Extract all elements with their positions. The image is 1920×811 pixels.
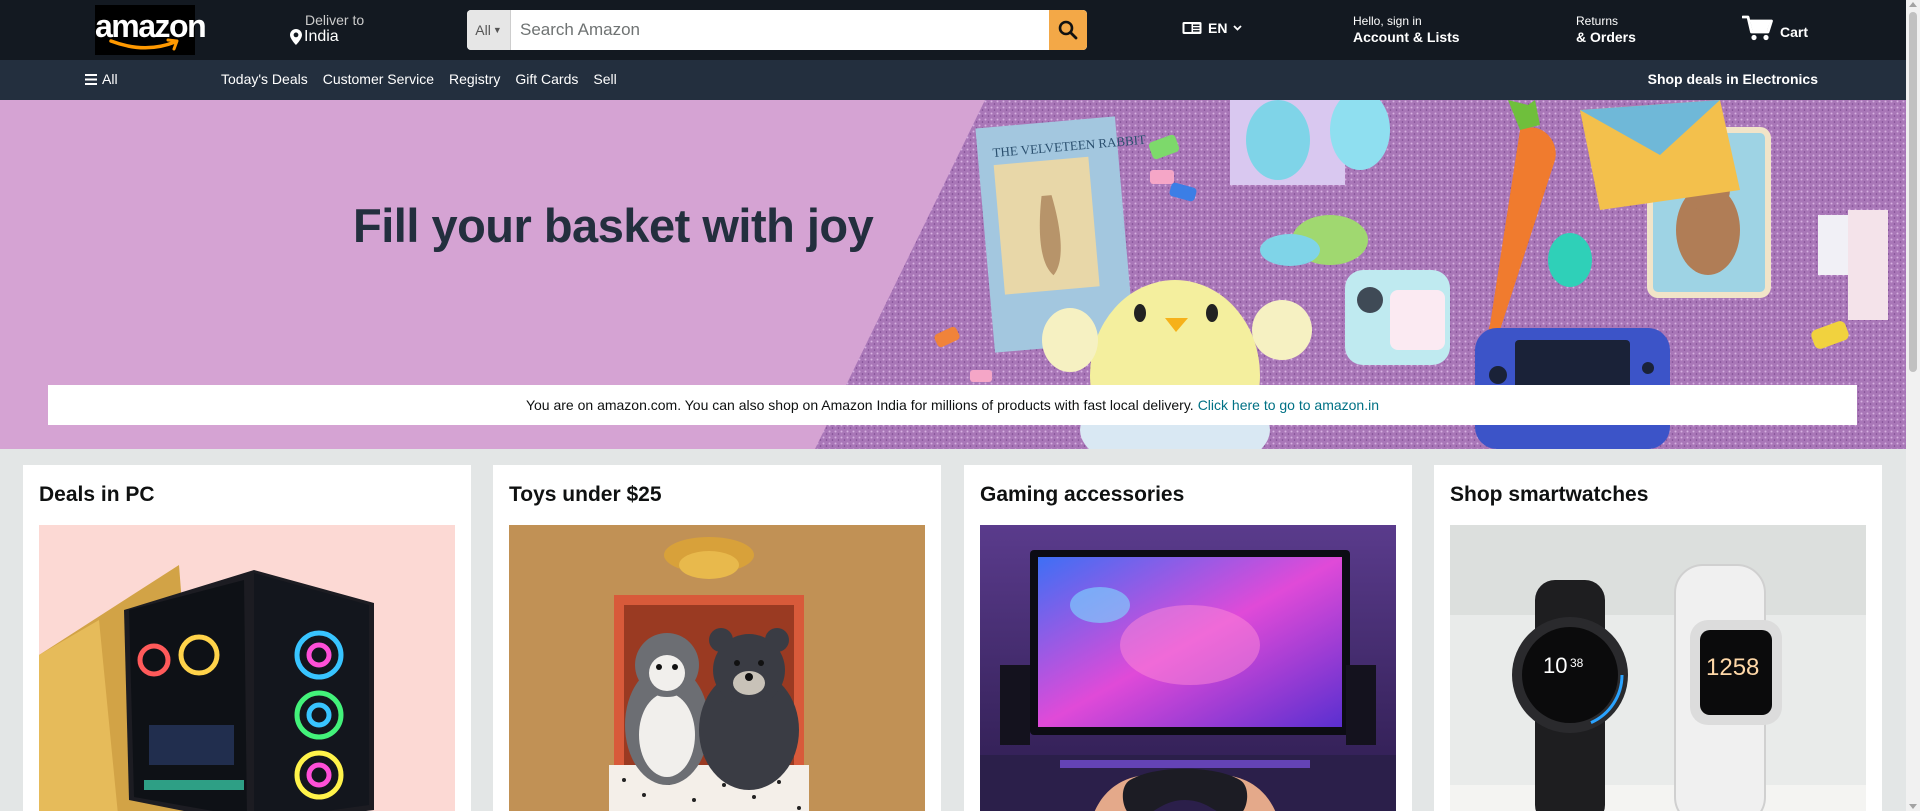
scroll-up-arrow-icon[interactable]: [1909, 2, 1917, 7]
deliver-location: India: [290, 28, 339, 46]
card-gaming-accessories[interactable]: Gaming accessories: [964, 465, 1412, 811]
search-icon: [1058, 20, 1078, 40]
top-header: amazon Deliver to India All ▼ Search Ama…: [0, 0, 1906, 60]
search-button[interactable]: [1049, 10, 1087, 50]
locale-notice: You are on amazon.com. You can also shop…: [48, 385, 1857, 425]
account-and-lists[interactable]: Hello, sign in Account & Lists: [1353, 14, 1460, 46]
search-category-select[interactable]: All ▼: [467, 10, 511, 50]
cart-button[interactable]: Cart: [1742, 14, 1808, 42]
scrollbar-thumb[interactable]: [1909, 12, 1917, 372]
all-menu-label: All: [102, 71, 118, 87]
language-code: EN: [1208, 20, 1228, 36]
returns-and-orders[interactable]: Returns & Orders: [1576, 14, 1636, 46]
orders-label: & Orders: [1576, 29, 1636, 45]
scroll-down-arrow-icon[interactable]: [1909, 804, 1917, 809]
hamburger-icon: [85, 73, 97, 85]
all-menu-button[interactable]: All: [85, 71, 118, 87]
sub-navigation: All Today's Deals Customer Service Regis…: [0, 60, 1906, 100]
nav-link-registry[interactable]: Registry: [449, 71, 500, 87]
hero-title: Fill your basket with joy: [353, 199, 874, 252]
page-scrollbar[interactable]: [1906, 0, 1920, 811]
subnav-links: Today's Deals Customer Service Registry …: [221, 71, 617, 87]
card-deals-in-pc[interactable]: Deals in PC: [23, 465, 471, 811]
language-selector[interactable]: EN: [1182, 20, 1243, 36]
nav-link-gift-cards[interactable]: Gift Cards: [515, 71, 578, 87]
search-bar: All ▼: [467, 10, 1087, 50]
account-label: Account & Lists: [1353, 29, 1460, 45]
cart-icon: [1742, 15, 1773, 41]
card-title: Deals in PC: [39, 483, 155, 506]
watch-time-display: 1258: [1706, 654, 1759, 681]
cart-label: Cart: [1780, 24, 1809, 40]
chevron-down-icon: [1233, 25, 1243, 31]
deliver-location-text: India: [304, 28, 339, 45]
deliver-label: Deliver to: [305, 12, 365, 28]
plush-toys-image[interactable]: [509, 525, 925, 811]
card-shop-smartwatches[interactable]: Shop smartwatches 10 38 1258: [1434, 465, 1882, 811]
nav-link-customer-service[interactable]: Customer Service: [323, 71, 434, 87]
nav-link-todays-deals[interactable]: Today's Deals: [221, 71, 308, 87]
watch-time-minutes: 38: [1570, 656, 1584, 670]
returns-label: Returns: [1576, 14, 1619, 28]
search-input[interactable]: [512, 10, 1042, 50]
card-title: Shop smartwatches: [1450, 483, 1649, 506]
chevron-down-icon: ▼: [492, 25, 502, 35]
gaming-setup-image[interactable]: [980, 525, 1396, 811]
account-greeting: Hello, sign in: [1353, 14, 1422, 28]
search-category-label: All: [475, 22, 491, 38]
card-title: Toys under $25: [509, 483, 662, 506]
amazon-logo[interactable]: amazon: [95, 5, 207, 55]
electronics-deals-link[interactable]: Shop deals in Electronics: [1648, 71, 1818, 87]
amazon-in-link[interactable]: Click here to go to amazon.in: [1198, 397, 1379, 413]
logo-smile-icon: [109, 38, 179, 51]
card-title: Gaming accessories: [980, 483, 1185, 506]
watch-time-hours: 10: [1543, 653, 1567, 678]
smartwatches-image[interactable]: 10 38 1258: [1450, 525, 1866, 811]
language-flag-icon: [1182, 22, 1202, 34]
locale-notice-text: You are on amazon.com. You can also shop…: [525, 397, 1194, 413]
pc-case-image[interactable]: [39, 525, 455, 811]
card-toys-under-25[interactable]: Toys under $25: [493, 465, 941, 811]
location-pin-icon: [290, 29, 302, 45]
nav-link-sell[interactable]: Sell: [593, 71, 616, 87]
